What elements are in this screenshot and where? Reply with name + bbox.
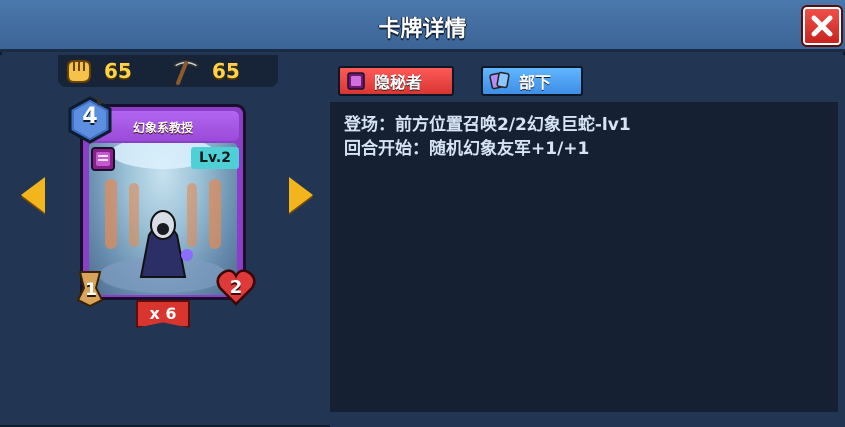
- resource-bar: 65 65: [58, 55, 278, 87]
- card-attack: 1: [85, 280, 97, 300]
- title-bar: 卡牌详情: [0, 0, 845, 52]
- page-title: 卡牌详情: [378, 17, 467, 42]
- description-line: 登场：前方位置召唤2/2幻象巨蛇-lv1: [344, 115, 631, 135]
- tag-secret-label: 隐秘者: [374, 73, 423, 92]
- prev-card-arrow[interactable]: [21, 177, 45, 213]
- tag-minion-label: 部下: [519, 73, 552, 92]
- tag-minion[interactable]: 部下: [481, 66, 583, 96]
- resource-pickaxe: 65: [170, 57, 240, 85]
- tag-secret-keeper[interactable]: 隐秘者: [338, 66, 454, 96]
- card-level-badge: Lv.2: [191, 147, 239, 169]
- pickaxe-value: 65: [212, 59, 240, 83]
- fist-value: 65: [104, 59, 132, 83]
- book-icon: [347, 72, 365, 90]
- next-card-arrow[interactable]: [289, 177, 313, 213]
- book-icon: [91, 147, 115, 171]
- card-name: 幻象系教授: [133, 121, 194, 135]
- resource-fist: 65: [62, 57, 132, 85]
- pickaxe-icon: [172, 60, 200, 85]
- cards-icon: [489, 71, 510, 90]
- card-health: 2: [229, 277, 243, 298]
- close-button[interactable]: [803, 7, 841, 45]
- close-icon: [811, 15, 833, 37]
- card-cost: 4: [82, 104, 98, 129]
- description-line: 回合开始：随机幻象友军+1/+1: [344, 139, 590, 159]
- fist-icon: [67, 60, 91, 83]
